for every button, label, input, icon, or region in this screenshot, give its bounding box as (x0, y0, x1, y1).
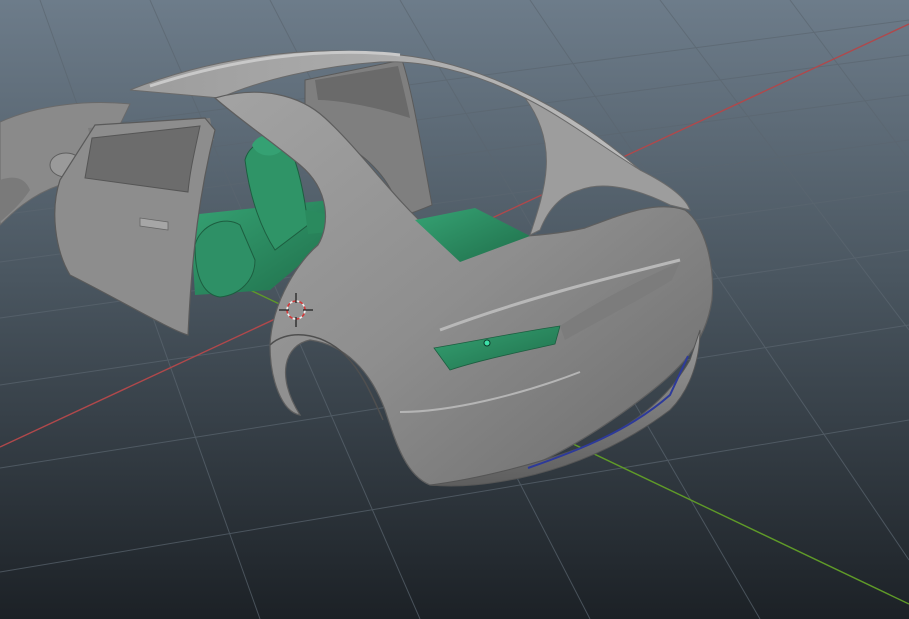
3d-viewport[interactable] (0, 0, 909, 619)
selected-vertex[interactable] (483, 339, 491, 347)
